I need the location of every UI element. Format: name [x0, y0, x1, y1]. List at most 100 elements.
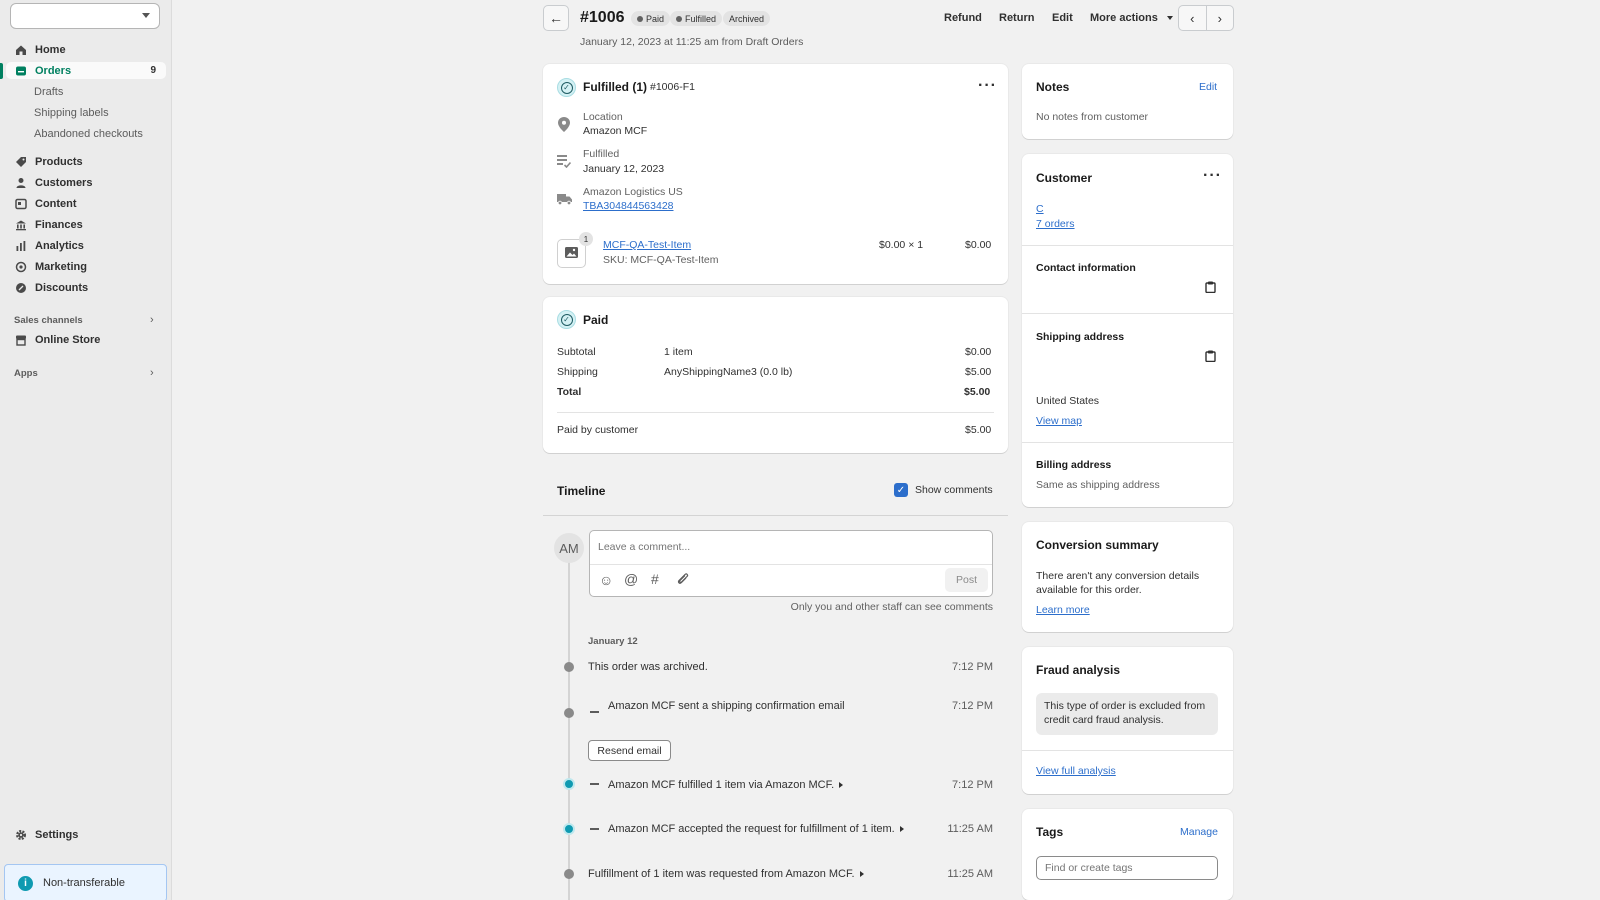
timeline-line — [568, 560, 570, 900]
product-link[interactable]: MCF-QA-Test-Item — [603, 239, 691, 251]
timeline-event[interactable]: Amazon MCF accepted the request for fulf… — [608, 823, 904, 835]
sidebar-item-online-store[interactable]: Online Store — [6, 331, 166, 348]
sidebar-item-analytics[interactable]: Analytics — [6, 237, 166, 254]
timeline-time: 7:12 PM — [952, 700, 993, 712]
resend-email-button[interactable]: Resend email — [588, 740, 671, 761]
copy-icon[interactable] — [1205, 350, 1216, 365]
sidebar-item-label: Products — [35, 155, 83, 168]
status-badge-paid: Paid — [631, 11, 671, 26]
sidebar-item-customers[interactable]: Customers — [6, 174, 166, 191]
tracking-link[interactable]: TBA304844563428 — [583, 200, 674, 212]
refund-button[interactable]: Refund — [944, 12, 982, 24]
sales-channels-heading[interactable]: Sales channels — [14, 315, 83, 326]
collapse-icon[interactable] — [590, 828, 599, 830]
return-button[interactable]: Return — [999, 12, 1034, 24]
expand-triangle-icon — [839, 782, 844, 789]
divider — [543, 515, 1008, 516]
customer-title: Customer — [1036, 171, 1093, 185]
post-button[interactable]: Post — [945, 568, 988, 592]
tags-input[interactable] — [1036, 856, 1218, 880]
orders-count-badge: 9 — [150, 65, 156, 76]
sidebar-item-orders[interactable]: Orders 9 — [6, 62, 166, 79]
subtotal-detail: 1 item — [664, 346, 693, 358]
timeline-time: 7:12 PM — [952, 661, 993, 673]
non-transferable-label: Non-transferable — [43, 877, 125, 889]
timeline-event: This order was archived. — [588, 661, 708, 673]
location-label: Location — [583, 111, 623, 123]
conversion-title: Conversion summary — [1036, 538, 1159, 552]
view-full-analysis-link[interactable]: View full analysis — [1036, 765, 1116, 777]
timeline-event[interactable]: Amazon MCF fulfilled 1 item via Amazon M… — [608, 779, 844, 791]
gear-icon — [14, 828, 28, 842]
timeline-time: 11:25 AM — [947, 868, 993, 880]
chevron-right-icon: › — [1217, 10, 1222, 26]
attachment-icon[interactable] — [676, 572, 690, 589]
manage-tags-button[interactable]: Manage — [1180, 826, 1218, 838]
comment-input[interactable] — [598, 536, 978, 558]
fulfilled-date-icon — [557, 155, 572, 171]
customer-orders-link[interactable]: 7 orders — [1036, 218, 1075, 230]
timeline-event: Amazon MCF sent a shipping confirmation … — [608, 700, 845, 712]
apps-heading[interactable]: Apps — [14, 368, 38, 379]
fulfillment-id: #1006-F1 — [650, 81, 695, 93]
notes-card: Notes Edit No notes from customer — [1022, 64, 1233, 139]
learn-more-link[interactable]: Learn more — [1036, 604, 1090, 616]
store-select[interactable] — [10, 3, 160, 29]
shipping-country: United States — [1036, 395, 1100, 407]
divider — [557, 412, 994, 413]
show-comments-checkbox[interactable]: ✓ — [894, 483, 908, 497]
sidebar-subitem-abandoned-checkouts[interactable]: Abandoned checkouts — [34, 128, 143, 140]
paid-by-amount: $5.00 — [965, 424, 992, 436]
sidebar-item-finances[interactable]: Finances — [6, 216, 166, 233]
sidebar-item-label: Home — [35, 43, 66, 56]
page-title: #1006 — [580, 9, 625, 26]
chevron-right-icon[interactable]: › — [150, 367, 154, 379]
edit-button[interactable]: Edit — [1052, 12, 1073, 24]
check-circle-icon: ✓ — [557, 78, 576, 97]
active-indicator — [0, 63, 3, 79]
non-transferable-banner[interactable]: i Non-transferable — [4, 864, 167, 900]
view-map-link[interactable]: View map — [1036, 415, 1082, 427]
sidebar-subitem-shipping-labels[interactable]: Shipping labels — [34, 107, 109, 119]
sidebar-item-label: Orders — [35, 64, 72, 77]
sidebar-item-marketing[interactable]: Marketing — [6, 258, 166, 275]
show-comments-label[interactable]: Show comments — [915, 484, 993, 496]
customer-name-link[interactable]: C — [1036, 203, 1044, 215]
notes-edit-button[interactable]: Edit — [1199, 81, 1217, 93]
collapse-icon[interactable] — [590, 783, 599, 785]
bar-chart-icon — [14, 239, 28, 253]
sidebar-item-settings[interactable]: Settings — [6, 826, 166, 843]
total-amount: $5.00 — [964, 386, 991, 398]
back-button[interactable]: ← — [543, 5, 569, 31]
mention-icon[interactable]: @ — [624, 571, 638, 587]
notes-body: No notes from customer — [1036, 111, 1149, 123]
paid-by-label: Paid by customer — [557, 424, 639, 436]
previous-order-button[interactable]: ‹ — [1179, 6, 1207, 30]
fraud-analysis-card: Fraud analysis This type of order is exc… — [1022, 647, 1233, 794]
contact-title: Contact information — [1036, 262, 1136, 274]
sidebar-item-discounts[interactable]: Discounts — [6, 279, 166, 296]
more-horizontal-icon[interactable]: ··· — [978, 78, 997, 94]
sidebar-item-content[interactable]: Content — [6, 195, 166, 212]
emoji-icon[interactable]: ☺ — [599, 572, 613, 588]
caret-down-icon — [1166, 16, 1173, 21]
chevron-right-icon[interactable]: › — [150, 314, 154, 326]
sidebar-item-label: Finances — [35, 218, 83, 231]
sidebar-item-label: Discounts — [35, 281, 89, 294]
hashtag-icon[interactable]: # — [651, 571, 659, 587]
quantity-badge: 1 — [579, 232, 593, 246]
info-icon: i — [18, 875, 33, 891]
total-label: Total — [557, 386, 582, 398]
tags-title: Tags — [1036, 825, 1064, 839]
sidebar-subitem-drafts[interactable]: Drafts — [34, 86, 63, 98]
more-actions-button[interactable]: More actions — [1090, 12, 1173, 24]
copy-icon[interactable] — [1205, 281, 1216, 296]
sidebar-item-products[interactable]: Products — [6, 153, 166, 170]
collapse-icon[interactable] — [590, 711, 599, 713]
sidebar-item-home[interactable]: Home — [6, 41, 166, 58]
more-horizontal-icon[interactable]: ··· — [1203, 168, 1222, 184]
next-order-button[interactable]: › — [1207, 6, 1234, 30]
comment-visibility-note: Only you and other staff can see comment… — [790, 601, 993, 613]
image-icon — [565, 246, 578, 261]
timeline-event[interactable]: Fulfillment of 1 item was requested from… — [588, 868, 864, 880]
